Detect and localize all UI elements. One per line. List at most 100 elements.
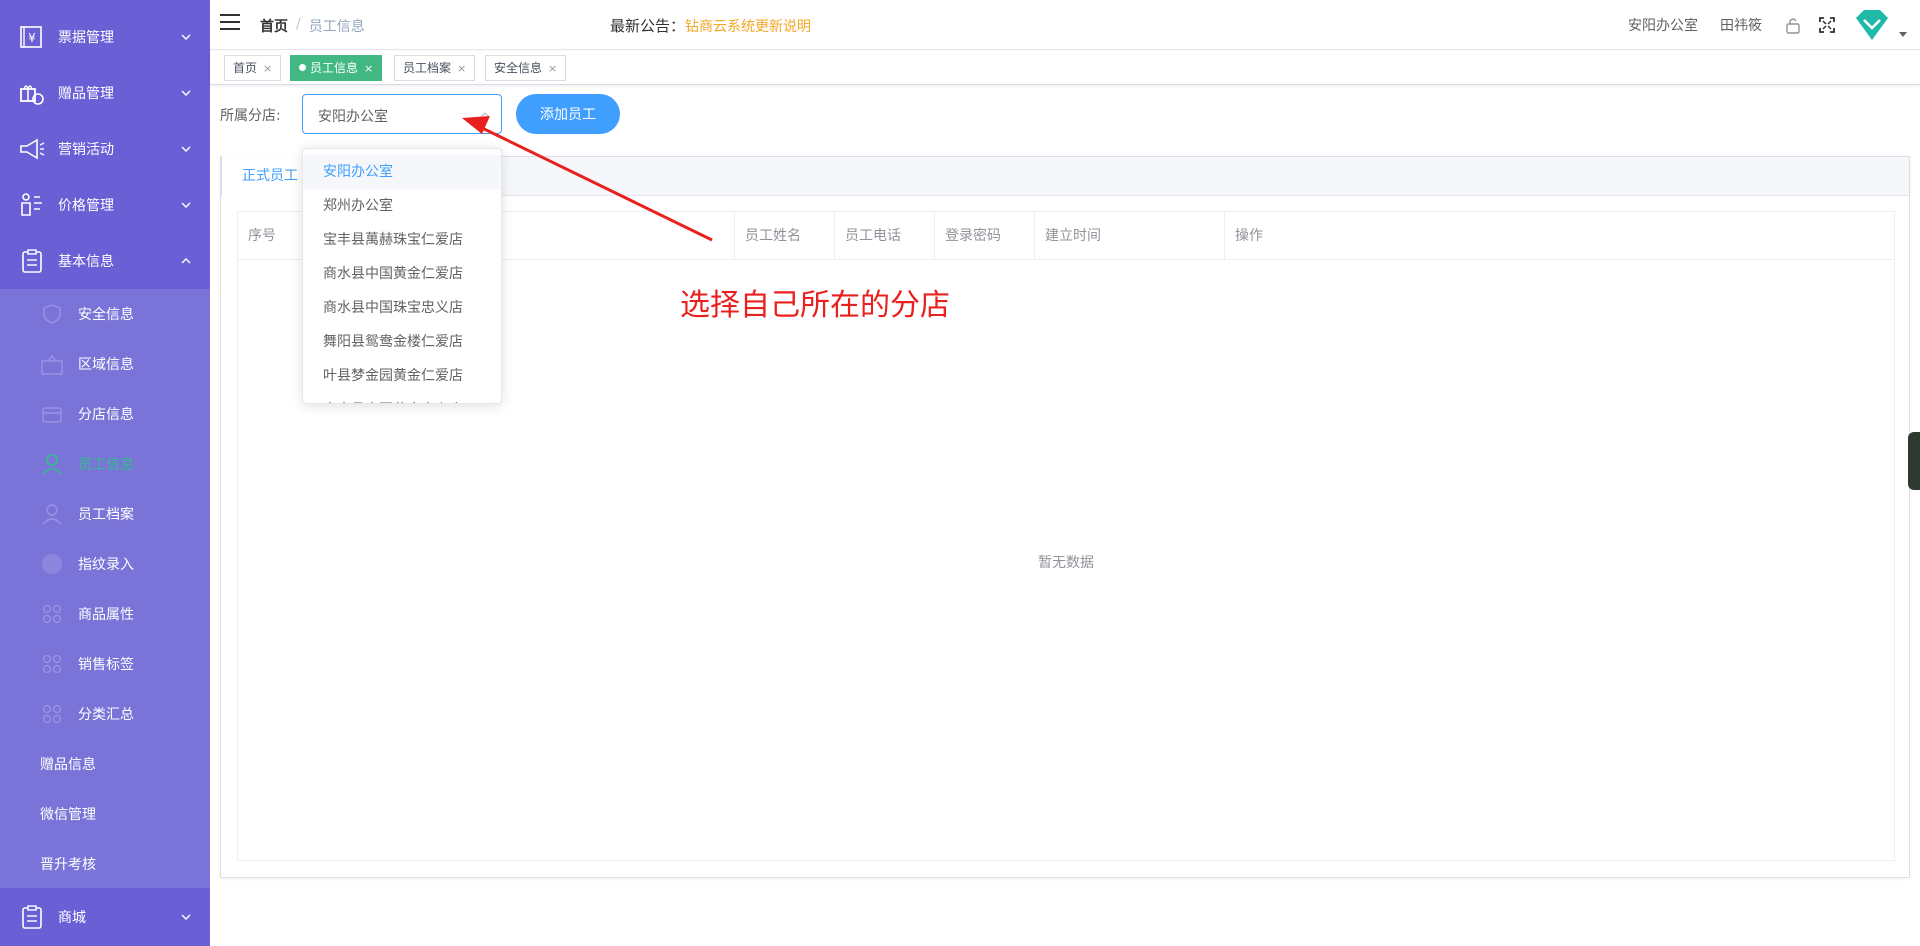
menu-label: 商城 [58,910,86,926]
menu-label: 营销活动 [58,142,114,158]
dropdown-option[interactable]: 安阳办公室 [303,155,501,189]
sidebar-item-label: 分店信息 [78,407,134,423]
sidebar-item-fingerprint[interactable]: 指纹录入 [0,539,210,589]
sidebar-item-label: 销售标签 [78,657,134,673]
tag-label: 首页 [233,61,258,75]
menu-label: 赠品管理 [58,86,114,102]
sidebar-item-gift-info[interactable]: 赠品信息 [0,739,210,789]
tag-employee-info[interactable]: 员工信息 × [290,55,383,81]
tag-home[interactable]: 首页 × [224,55,282,81]
sidebar-item-label: 晋升考核 [40,857,96,873]
user-name[interactable]: 田祎筱 [1720,15,1762,35]
breadcrumb-current: 员工信息 [308,19,365,35]
sidebar-item-label: 安全信息 [78,307,134,323]
clipboard-icon [22,905,42,929]
branch-select[interactable]: 安阳办公室 [302,94,502,134]
dropdown-option[interactable]: 叶县梦金园黄金仁爱店 [303,359,501,393]
top-header: 首页 / 员工信息 最新公告：钻商云系统更新说明 安阳办公室 田祎筱 [210,0,1920,50]
column-header: 员工电话 [835,212,935,260]
hamburger-icon[interactable] [220,14,240,32]
sidebar-item-label: 微信管理 [40,807,96,823]
sidebar-item-store[interactable]: 分店信息 [0,389,210,439]
sidebar-item-label: 商品属性 [78,607,134,623]
notice-label: 最新公告： [610,17,686,35]
megaphone-icon [20,138,45,160]
sidebar-item-security[interactable]: 安全信息 [0,289,210,339]
sidebar-item-wechat[interactable]: 微信管理 [0,789,210,839]
fullscreen-icon[interactable] [1818,16,1836,34]
tag-security-info[interactable]: 安全信息 × [485,55,567,81]
side-handle[interactable] [1908,432,1920,490]
menu-item-marketing[interactable]: 营销活动 [0,121,210,177]
notice-link[interactable]: 钻商云系统更新说明 [685,19,811,35]
dropdown-option[interactable]: 舞阳县鸳鸯金楼仁爱店 [303,325,501,359]
sidebar-item-category-summary[interactable]: 分类汇总 [0,689,210,739]
tag-label: 员工档案 [403,61,452,75]
tags-view: 首页 × 员工信息 × 员工档案 × 安全信息 × [210,51,1920,85]
store-icon [42,407,62,423]
dropdown-option[interactable]: 宝丰县萬赫珠宝仁爱店 [303,223,501,257]
close-icon[interactable]: × [364,62,373,75]
header-right: 安阳办公室 田祎筱 [1628,0,1920,50]
diamond-avatar-icon[interactable] [1852,8,1892,42]
notice: 最新公告：钻商云系统更新说明 [610,15,811,36]
tag-employee-archive[interactable]: 员工档案 × [394,55,476,81]
grid-icon [42,654,62,674]
menu-item-basic-info[interactable]: 基本信息 [0,233,210,289]
add-employee-button[interactable]: 添加员工 [516,94,620,134]
sidebar: ¥ 票据管理 赠品管理 营销活动 价格管理 基本信息 安全信息 区域信息 分店信 [0,0,210,946]
branch-dropdown: 安阳办公室 郑州办公室 宝丰县萬赫珠宝仁爱店 商水县中国黄金仁爱店 商水县中国珠… [302,148,502,404]
sidebar-item-label: 赠品信息 [40,757,96,773]
sidebar-item-sales-tags[interactable]: 销售标签 [0,639,210,689]
tag-label: 员工信息 [310,61,359,75]
chevron-down-icon [181,914,191,920]
column-header: 操作 [1235,228,1263,244]
branch-name[interactable]: 安阳办公室 [1628,15,1698,35]
branch-dropdown-list: 安阳办公室 郑州办公室 宝丰县萬赫珠宝仁爱店 商水县中国黄金仁爱店 商水县中国珠… [303,149,501,403]
receipt-icon: ¥ [20,26,42,48]
dropdown-option[interactable]: 郑州办公室 [303,189,501,223]
chevron-down-icon [181,90,191,96]
close-icon[interactable]: × [263,62,272,75]
sidebar-item-label: 员工档案 [78,507,134,523]
column-header: 员工姓名 [735,212,835,260]
sidebar-item-region[interactable]: 区域信息 [0,339,210,389]
sidebar-item-promotion[interactable]: 晋升考核 [0,839,210,889]
branch-filter-label: 所属分店: [220,108,281,124]
menu-label: 价格管理 [58,198,114,214]
sidebar-item-employee-archive[interactable]: 员工档案 [0,489,210,539]
menu-item-pricing[interactable]: 价格管理 [0,177,210,233]
close-icon[interactable]: × [457,62,466,75]
chevron-down-icon [181,202,191,208]
breadcrumb-separator: / [296,16,301,32]
breadcrumb-home[interactable]: 首页 [260,16,288,36]
sidebar-item-label: 分类汇总 [78,707,134,723]
menu-item-gifts[interactable]: 赠品管理 [0,65,210,121]
tag-label: 安全信息 [494,61,543,75]
column-header: 建立时间 [1035,212,1225,260]
menu-label: 基本信息 [58,254,114,270]
sidebar-item-employee-info[interactable]: 员工信息 [0,439,210,489]
menu-label: 票据管理 [58,30,114,46]
dropdown-option[interactable]: 商水县中国黄金忠义店 [303,393,501,403]
user-icon [42,454,62,475]
region-icon [41,354,63,375]
dropdown-option[interactable]: 商水县中国珠宝忠义店 [303,291,501,325]
sidebar-item-label: 指纹录入 [78,557,134,573]
price-tag-icon [21,193,42,216]
svg-text:¥: ¥ [28,31,36,45]
breadcrumb: 首页 / 员工信息 [260,16,365,36]
dropdown-option[interactable]: 商水县中国黄金仁爱店 [303,257,501,291]
menu-item-receipts[interactable]: ¥ 票据管理 [0,9,210,65]
fingerprint-icon [42,554,62,574]
menu-item-mall[interactable]: 商城 [0,889,210,945]
close-icon[interactable]: × [548,62,557,75]
gift-icon [20,85,44,105]
lock-icon[interactable] [1784,16,1802,34]
grid-icon [42,704,62,724]
caret-down-icon[interactable] [1898,29,1908,39]
active-dot-icon [299,64,306,71]
branch-select-value: 安阳办公室 [318,109,388,125]
sidebar-item-product-attr[interactable]: 商品属性 [0,589,210,639]
clipboard-icon [22,249,42,273]
